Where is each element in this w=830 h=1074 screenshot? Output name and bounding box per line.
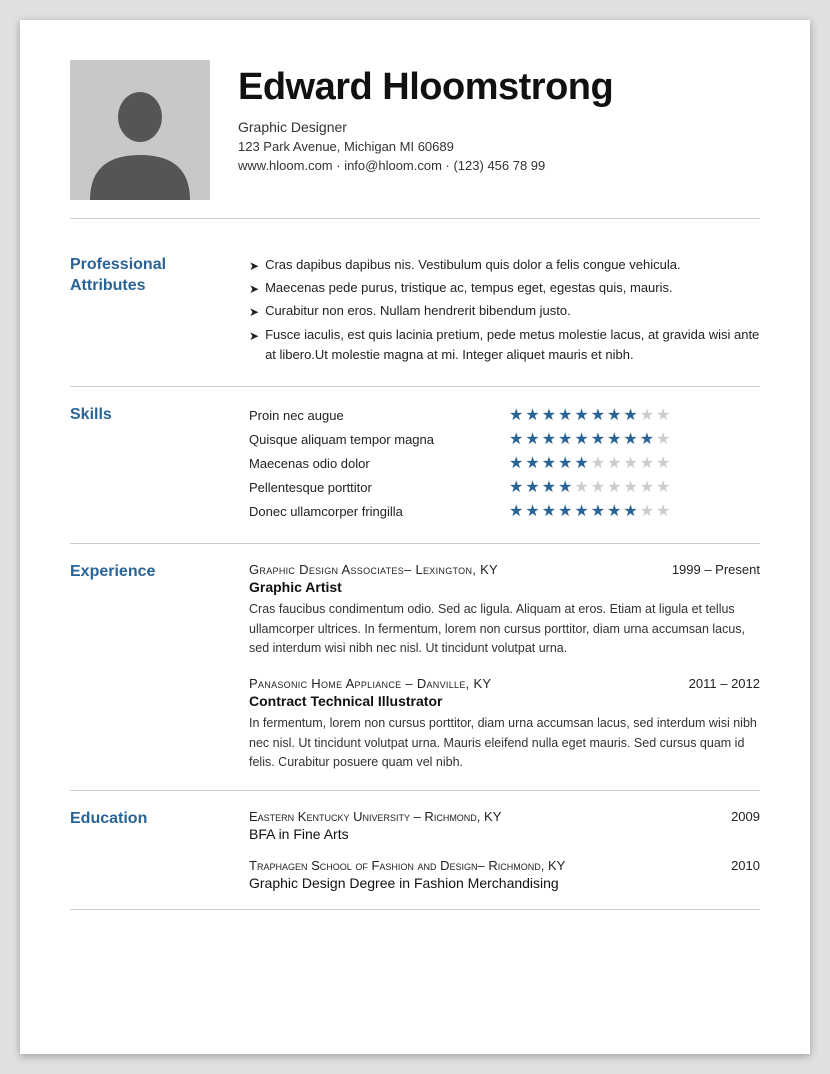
education-section: Education Eastern Kentucky University – … bbox=[70, 791, 760, 910]
arrow-icon: ➤ bbox=[249, 257, 259, 276]
skill-row: Quisque aliquam tempor magna ★★★★★★★★★★ bbox=[249, 429, 760, 449]
skills-label: Skills bbox=[70, 405, 225, 525]
professional-label: ProfessionalAttributes bbox=[70, 255, 225, 368]
avatar bbox=[70, 60, 210, 200]
edu-header: Eastern Kentucky University – Richmond, … bbox=[249, 809, 760, 824]
skill-rating: ★★★★★★★★★★ bbox=[509, 405, 670, 425]
arrow-icon: ➤ bbox=[249, 303, 259, 322]
list-item: ➤ Maecenas pede purus, tristique ac, tem… bbox=[249, 278, 760, 299]
skills-section: Skills Proin nec augue ★★★★★★★★★★ Quisqu… bbox=[70, 387, 760, 544]
skill-row: Pellentesque porttitor ★★★★★★★★★★ bbox=[249, 477, 760, 497]
experience-entry: Panasonic Home Appliance – Danville, KY … bbox=[249, 676, 760, 772]
skill-rating: ★★★★★★★★★★ bbox=[509, 477, 670, 497]
exp-header: Panasonic Home Appliance – Danville, KY … bbox=[249, 676, 760, 691]
professional-content: ➤ Cras dapibus dapibus nis. Vestibulum q… bbox=[249, 255, 760, 368]
skill-rating: ★★★★★★★★★★ bbox=[509, 429, 670, 449]
list-item: ➤ Fusce iaculis, est quis lacinia pretiu… bbox=[249, 325, 760, 367]
experience-entry: Graphic Design Associates– Lexington, KY… bbox=[249, 562, 760, 658]
education-entry: Eastern Kentucky University – Richmond, … bbox=[249, 809, 760, 842]
candidate-address: 123 Park Avenue, Michigan MI 60689 bbox=[238, 139, 760, 154]
education-label: Education bbox=[70, 809, 225, 891]
header-info: Edward Hloomstrong Graphic Designer 123 … bbox=[238, 60, 760, 173]
resume-document: Edward Hloomstrong Graphic Designer 123 … bbox=[20, 20, 810, 1054]
edu-degree: Graphic Design Degree in Fashion Merchan… bbox=[249, 875, 760, 891]
experience-content: Graphic Design Associates– Lexington, KY… bbox=[249, 562, 760, 772]
attributes-list: ➤ Cras dapibus dapibus nis. Vestibulum q… bbox=[249, 255, 760, 366]
exp-role: Contract Technical Illustrator bbox=[249, 693, 760, 709]
skill-row: Proin nec augue ★★★★★★★★★★ bbox=[249, 405, 760, 425]
exp-description: Cras faucibus condimentum odio. Sed ac l… bbox=[249, 600, 760, 658]
edu-degree: BFA in Fine Arts bbox=[249, 826, 760, 842]
skill-rating: ★★★★★★★★★★ bbox=[509, 453, 670, 473]
list-item: ➤ Curabitur non eros. Nullam hendrerit b… bbox=[249, 301, 760, 322]
exp-description: In fermentum, lorem non cursus porttitor… bbox=[249, 714, 760, 772]
experience-section: Experience Graphic Design Associates– Le… bbox=[70, 544, 760, 791]
candidate-title: Graphic Designer bbox=[238, 119, 760, 135]
arrow-icon: ➤ bbox=[249, 327, 259, 367]
education-content: Eastern Kentucky University – Richmond, … bbox=[249, 809, 760, 891]
candidate-contact: www.hloom.com · info@hloom.com · (123) 4… bbox=[238, 158, 760, 173]
exp-header: Graphic Design Associates– Lexington, KY… bbox=[249, 562, 760, 577]
candidate-name: Edward Hloomstrong bbox=[238, 66, 760, 109]
professional-section: ProfessionalAttributes ➤ Cras dapibus da… bbox=[70, 237, 760, 387]
skill-row: Maecenas odio dolor ★★★★★★★★★★ bbox=[249, 453, 760, 473]
header-section: Edward Hloomstrong Graphic Designer 123 … bbox=[70, 60, 760, 219]
edu-header: Traphagen School of Fashion and Design– … bbox=[249, 858, 760, 873]
skills-content: Proin nec augue ★★★★★★★★★★ Quisque aliqu… bbox=[249, 405, 760, 525]
education-entry: Traphagen School of Fashion and Design– … bbox=[249, 858, 760, 891]
arrow-icon: ➤ bbox=[249, 280, 259, 299]
experience-label: Experience bbox=[70, 562, 225, 772]
skill-row: Donec ullamcorper fringilla ★★★★★★★★★★ bbox=[249, 501, 760, 521]
list-item: ➤ Cras dapibus dapibus nis. Vestibulum q… bbox=[249, 255, 760, 276]
skill-rating: ★★★★★★★★★★ bbox=[509, 501, 670, 521]
exp-role: Graphic Artist bbox=[249, 579, 760, 595]
